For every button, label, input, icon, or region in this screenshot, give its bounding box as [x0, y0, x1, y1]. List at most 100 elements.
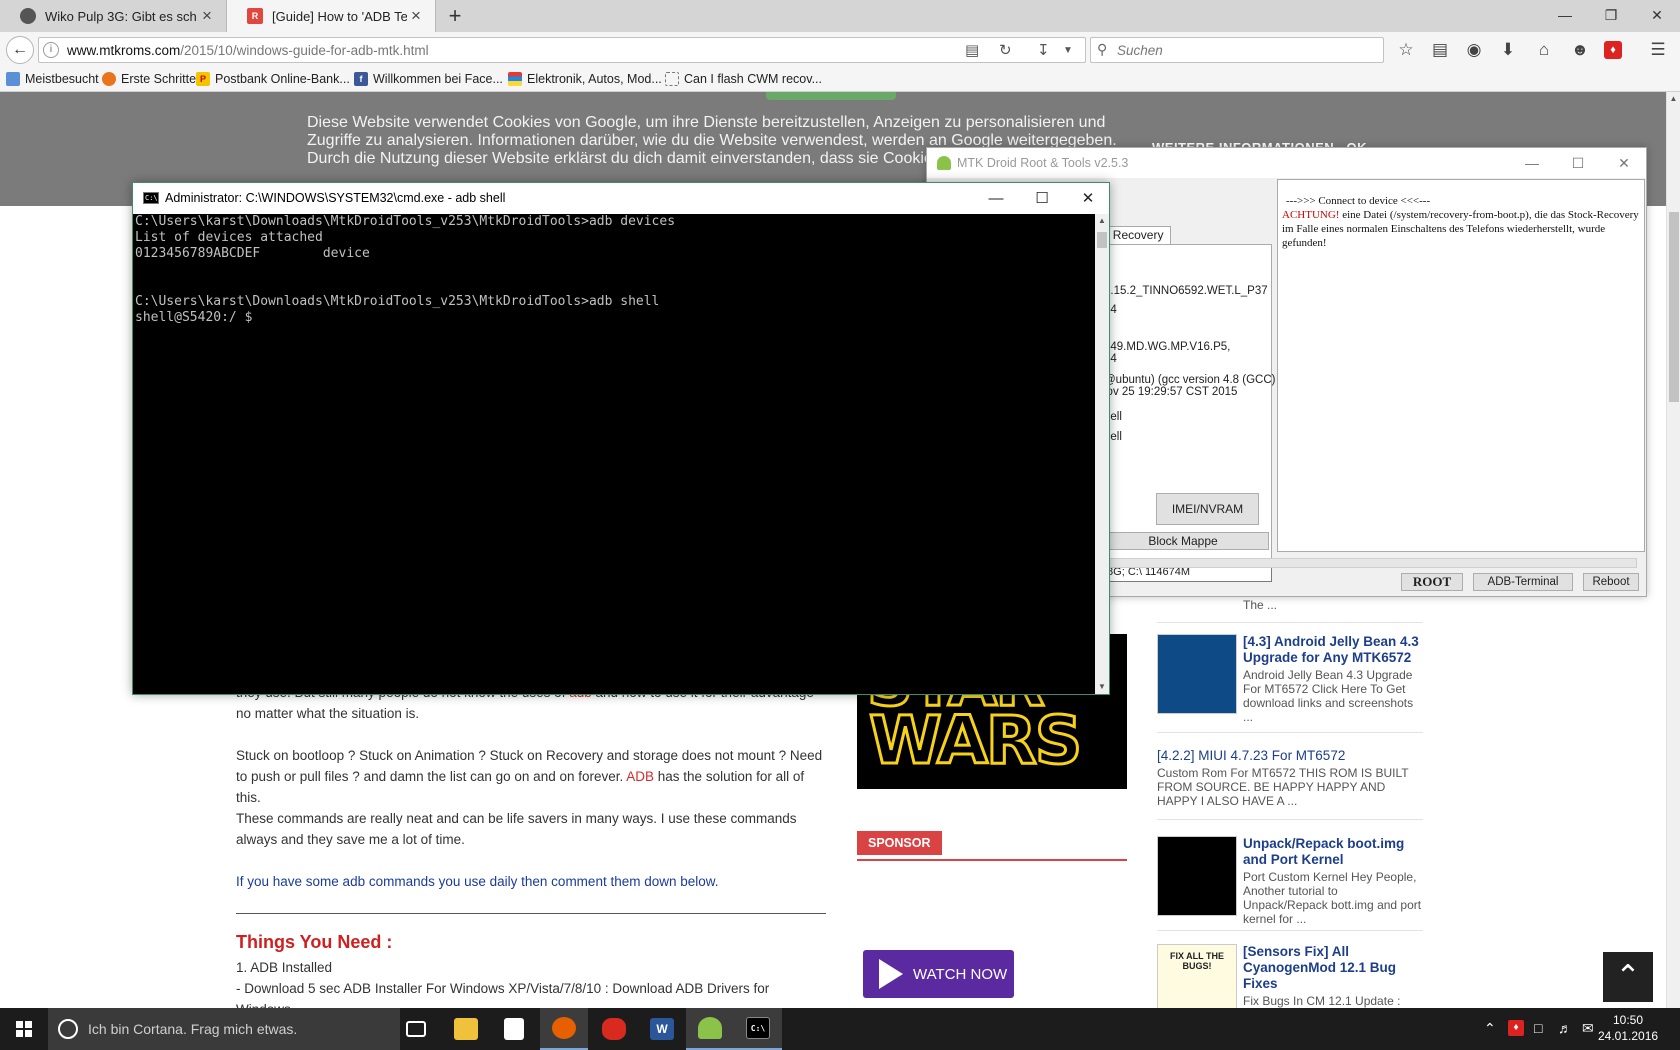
url-bar[interactable]: i www.mtkroms.com/2015/10/windows-guide-… — [38, 37, 1086, 63]
taskbar-app-mtk-droid[interactable] — [686, 1008, 734, 1050]
post-title[interactable]: [Sensors Fix] All CyanogenMod 12.1 Bug F… — [1243, 944, 1423, 992]
post-excerpt: Port Custom Kernel Hey People, Another t… — [1243, 870, 1422, 926]
notifications-icon[interactable]: ✉ — [1582, 1020, 1594, 1037]
site-info-icon[interactable]: i — [43, 42, 59, 58]
taskbar-app-store[interactable] — [490, 1008, 538, 1050]
post-thumbnail[interactable] — [1157, 836, 1237, 916]
sidebar-post[interactable]: The ... — [1157, 596, 1423, 616]
bookmark-item[interactable]: Erste Schritte — [102, 72, 196, 86]
bookmark-item[interactable]: Elektronik, Autos, Mod... — [508, 72, 662, 86]
browser-tab-guide[interactable]: R [Guide] How to 'ADB Ter... × — [226, 0, 436, 32]
cortana-search-box[interactable]: Ich bin Cortana. Frag mich etwas. — [48, 1008, 400, 1050]
bookmark-item[interactable]: f Willkommen bei Face... — [354, 72, 503, 86]
task-view-button[interactable] — [392, 1008, 440, 1050]
post-title[interactable]: [4.3] Android Jelly Bean 4.3 Upgrade for… — [1243, 634, 1423, 666]
post-title[interactable]: Unpack/Repack boot.img and Port Kernel — [1243, 836, 1423, 868]
new-tab-button[interactable]: + — [442, 3, 468, 29]
browser-tab-wiko[interactable]: Wiko Pulp 3G: Gibt es sch... × — [0, 0, 226, 32]
pocket-icon[interactable]: ◉ — [1462, 38, 1486, 62]
minimize-window-button[interactable]: — — [1542, 0, 1588, 30]
minimize-window-button[interactable]: — — [1509, 148, 1555, 178]
progress-bar — [1097, 558, 1637, 568]
scroll-down-arrow-icon[interactable]: ▼ — [1095, 680, 1109, 694]
bookmark-item[interactable]: Meistbesucht — [6, 72, 99, 86]
download-icon[interactable]: ↧ — [1037, 41, 1050, 59]
ebay-icon — [508, 72, 522, 86]
firefox-icon — [552, 1017, 576, 1039]
imei-nvram-button[interactable]: IMEI/NVRAM — [1156, 493, 1259, 525]
chat-icon[interactable]: ☻ — [1568, 38, 1592, 62]
clock[interactable]: 10:50 24.01.2016 — [1598, 1012, 1658, 1044]
play-icon — [879, 959, 903, 989]
taskbar-app-red[interactable] — [590, 1008, 638, 1050]
close-tab-icon[interactable]: × — [407, 6, 425, 26]
reboot-button[interactable]: Reboot — [1583, 573, 1639, 591]
scrollbar-thumb[interactable] — [1097, 232, 1107, 248]
url-domain: www.mtkroms.com — [67, 43, 181, 58]
minimize-window-button[interactable]: — — [973, 183, 1019, 214]
bookmark-star-icon[interactable]: ☆ — [1394, 38, 1418, 62]
android-icon — [937, 156, 951, 170]
start-button[interactable] — [0, 1008, 48, 1050]
cmd-title-bar[interactable]: C:\ Administrator: C:\WINDOWS\SYSTEM32\c… — [133, 183, 1109, 214]
maximize-window-button[interactable]: ☐ — [1019, 183, 1065, 214]
mtk-title-bar[interactable]: MTK Droid Root & Tools v2.5.3 — ☐ ✕ — [927, 148, 1646, 178]
taskbar-app-cmd[interactable]: C:\ — [734, 1008, 782, 1050]
network-icon[interactable]: □ — [1534, 1020, 1542, 1036]
sidebar-post[interactable]: FIX ALL THE BUGS! [Sensors Fix] All Cyan… — [1157, 944, 1423, 1008]
post-thumbnail[interactable] — [1157, 634, 1237, 714]
maximize-window-button[interactable]: ☐ — [1555, 148, 1601, 178]
search-bar[interactable]: ⚲ Suchen — [1090, 37, 1384, 63]
page-scrollbar[interactable]: ▲ — [1666, 92, 1680, 1008]
tray-app-icon[interactable]: ♦ — [1508, 1020, 1524, 1036]
cmd-scrollbar[interactable]: ▲ ▼ — [1095, 214, 1109, 694]
root-button[interactable]: ROOT — [1401, 573, 1463, 591]
browser-tab-strip: Wiko Pulp 3G: Gibt es sch... × R [Guide]… — [0, 0, 1680, 32]
android-icon — [698, 1017, 722, 1039]
close-window-button[interactable]: ✕ — [1634, 0, 1680, 30]
back-button[interactable]: ← — [6, 36, 34, 64]
adb-link[interactable]: ADB — [626, 769, 654, 784]
taskbar-app-explorer[interactable] — [442, 1008, 490, 1050]
console-output[interactable]: C:\Users\karst\Downloads\MtkDroidTools_v… — [133, 214, 1095, 694]
addon-icon[interactable]: ♦ — [1604, 41, 1622, 59]
scrollbar-thumb[interactable] — [1669, 212, 1679, 402]
cortana-placeholder: Ich bin Cortana. Frag mich etwas. — [88, 1021, 298, 1037]
menu-icon[interactable]: ☰ — [1646, 38, 1670, 62]
url-text[interactable]: www.mtkroms.com/2015/10/windows-guide-fo… — [67, 43, 429, 58]
close-window-button[interactable]: ✕ — [1065, 183, 1111, 214]
green-banner-button[interactable] — [766, 92, 896, 100]
scroll-up-arrow-icon[interactable]: ▲ — [1667, 92, 1680, 106]
reader-view-icon[interactable]: ▤ — [965, 41, 979, 59]
sidebar-post[interactable]: Unpack/Repack boot.img and Port Kernel P… — [1157, 836, 1423, 926]
bookmarks-library-icon[interactable]: ▤ — [1428, 38, 1452, 62]
taskbar-app-firefox[interactable] — [540, 1008, 588, 1050]
home-icon[interactable]: ⌂ — [1532, 38, 1556, 62]
bookmark-item[interactable]: Can I flash CWM recov... — [665, 72, 822, 86]
post-title[interactable]: [4.2.2] MIUI 4.7.23 For MT6572 — [1157, 748, 1423, 764]
info-line: 449.MD.WG.MP.V16.P5, — [1104, 341, 1231, 353]
chevron-up-icon[interactable]: ⌃ — [1484, 1020, 1496, 1037]
restore-window-button[interactable]: ❐ — [1588, 0, 1634, 30]
block-map-button[interactable]: Block Mappe — [1097, 532, 1269, 550]
adb-terminal-button[interactable]: ADB-Terminal — [1473, 573, 1573, 591]
firefox-icon — [102, 72, 116, 86]
divider — [1157, 732, 1423, 733]
console-line: C:\Users\karst\Downloads\MtkDroidTools_v… — [135, 294, 660, 309]
post-thumbnail[interactable]: FIX ALL THE BUGS! — [1157, 944, 1237, 1008]
reload-icon[interactable]: ↻ — [999, 41, 1012, 59]
scroll-up-arrow-icon[interactable]: ▲ — [1095, 214, 1109, 228]
volume-icon[interactable]: ♬ — [1558, 1020, 1572, 1036]
scroll-to-top-button[interactable]: ⌃ — [1603, 952, 1653, 1002]
taskbar-app-word[interactable]: W — [638, 1008, 686, 1050]
watch-now-button[interactable]: WATCH NOW — [863, 950, 1014, 998]
cmd-window: C:\ Administrator: C:\WINDOWS\SYSTEM32\c… — [132, 182, 1110, 695]
bookmark-item[interactable]: P Postbank Online-Bank... — [196, 72, 350, 86]
sidebar-post[interactable]: [4.3] Android Jelly Bean 4.3 Upgrade for… — [1157, 634, 1423, 724]
chevron-down-icon[interactable]: ▼ — [1063, 45, 1073, 56]
task-view-icon — [406, 1021, 426, 1037]
close-tab-icon[interactable]: × — [198, 6, 216, 26]
sidebar-post[interactable]: [4.2.2] MIUI 4.7.23 For MT6572 Custom Ro… — [1157, 748, 1423, 808]
downloads-icon[interactable]: ⬇ — [1496, 38, 1520, 62]
close-window-button[interactable]: ✕ — [1601, 148, 1647, 178]
